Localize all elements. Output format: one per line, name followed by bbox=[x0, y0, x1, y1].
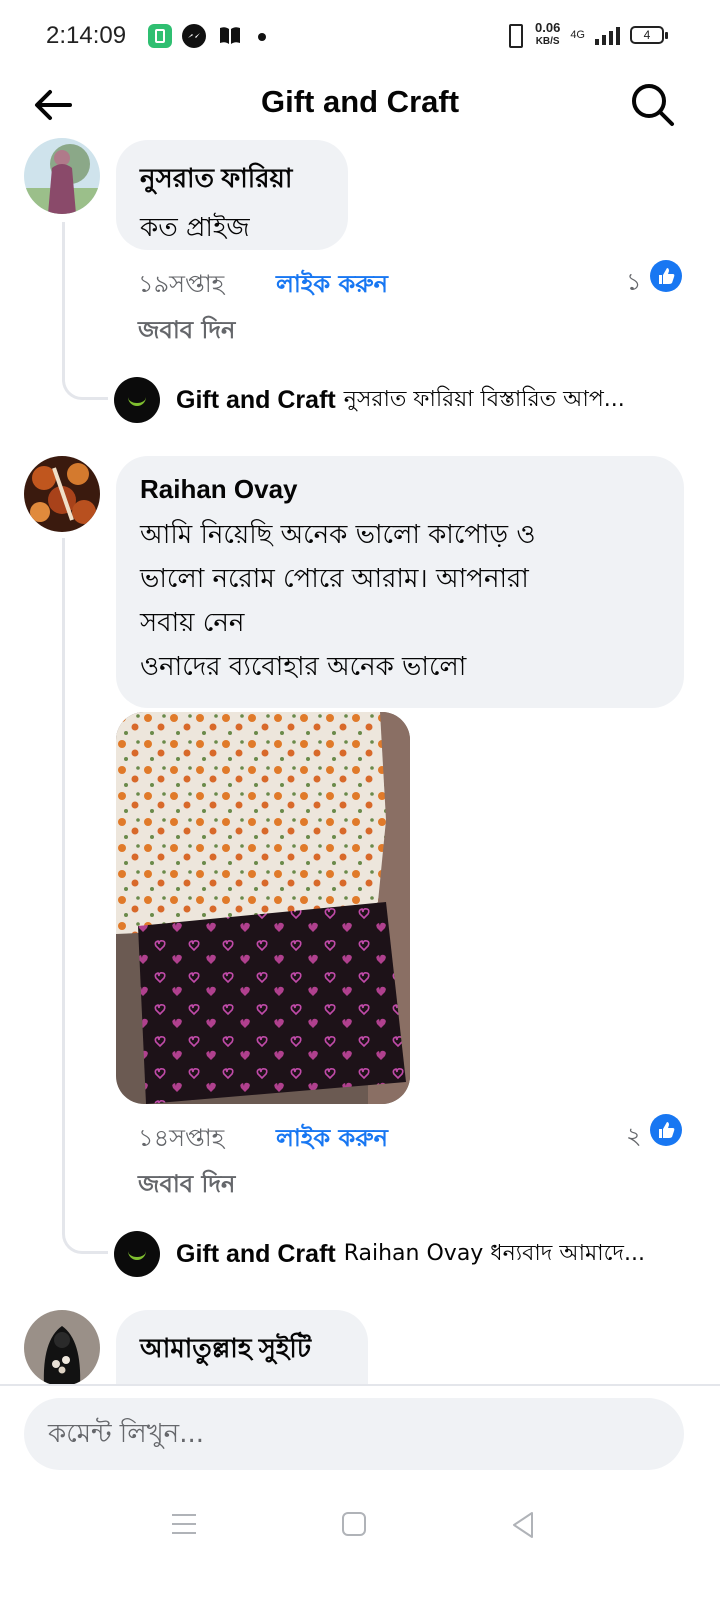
home-icon[interactable] bbox=[342, 1512, 366, 1536]
vibrate-icon bbox=[503, 22, 525, 48]
comment-bubble: Raihan Ovay আমি নিয়েছি অনেক ভালো কাপোড়… bbox=[116, 456, 684, 708]
battery-icon: 4 bbox=[630, 26, 668, 44]
reply-preview: Raihan Ovay ধন্যবাদ আমাদে... bbox=[343, 1240, 645, 1266]
reply-button[interactable]: জবাব দিন bbox=[138, 1166, 235, 1206]
comment-text-line: সবায় নেন bbox=[140, 608, 245, 638]
reply-button[interactable]: জবাব দিন bbox=[138, 312, 235, 352]
dot-icon bbox=[258, 33, 266, 41]
like-button[interactable]: লাইক করুন bbox=[276, 266, 388, 306]
messenger-icon bbox=[182, 24, 206, 48]
net-speed-value: 0.06 bbox=[535, 20, 561, 35]
reply-preview: নুসরাত ফারিয়া বিস্তারিত আপ... bbox=[343, 386, 625, 412]
thread-line bbox=[62, 538, 108, 1254]
comment-author[interactable]: Raihan Ovay bbox=[140, 474, 660, 505]
back-triangle-icon[interactable] bbox=[510, 1510, 536, 1540]
comment-bubble: নুসরাত ফারিয়া কত প্রাইজ bbox=[116, 140, 348, 250]
comment-photo[interactable] bbox=[116, 712, 410, 1104]
reaction-count[interactable]: ১ bbox=[626, 264, 642, 304]
status-bar: 2:14:09 0.06 KB/S 4G 4 bbox=[0, 0, 720, 72]
comment-author[interactable]: আমাতুল্লাহ সুইটি bbox=[140, 1328, 344, 1372]
network-type: 4G bbox=[570, 29, 585, 41]
page-reply-row[interactable]: Gift and Craft নুসরাত ফারিয়া বিস্তারিত … bbox=[114, 374, 694, 426]
like-button[interactable]: লাইক করুন bbox=[276, 1120, 388, 1160]
avatar[interactable] bbox=[24, 456, 100, 532]
comment-text-line: আমি নিয়েছি অনেক ভালো কাপোড় ও bbox=[140, 520, 536, 550]
comment-author[interactable]: নুসরাত ফারিয়া bbox=[140, 158, 324, 202]
page-avatar bbox=[114, 377, 160, 423]
app-icon bbox=[148, 24, 172, 48]
avatar[interactable] bbox=[24, 138, 100, 214]
thumbs-up-icon[interactable] bbox=[650, 260, 682, 292]
app-header: Gift and Craft bbox=[0, 72, 720, 136]
comment-text-line: ভালো নরোম পোরে আরাম। আপনারা bbox=[140, 564, 529, 594]
system-nav-bar bbox=[0, 1490, 720, 1600]
net-speed-unit: KB/S bbox=[535, 36, 560, 47]
divider bbox=[0, 1384, 720, 1386]
page-title: Gift and Craft bbox=[260, 84, 460, 119]
thread-line bbox=[62, 222, 108, 400]
comment-time: ১৪সপ্তাহ bbox=[138, 1124, 225, 1152]
page-reply-row[interactable]: Gift and Craft Raihan Ovay ধন্যবাদ আমাদে… bbox=[114, 1228, 694, 1280]
battery-level: 4 bbox=[643, 28, 651, 42]
thumbs-up-icon[interactable] bbox=[650, 1114, 682, 1146]
comment-text: কত প্রাইজ bbox=[140, 213, 250, 243]
avatar[interactable] bbox=[24, 1310, 100, 1386]
reaction-count[interactable]: ২ bbox=[626, 1118, 642, 1158]
book-icon bbox=[218, 26, 242, 46]
search-icon[interactable] bbox=[628, 80, 678, 130]
status-time: 2:14:09 bbox=[46, 22, 127, 49]
reply-author: Gift and Craft bbox=[176, 385, 336, 414]
reply-author: Gift and Craft bbox=[176, 1239, 336, 1268]
signal-icon bbox=[595, 25, 620, 45]
menu-icon[interactable] bbox=[172, 1514, 196, 1536]
page-avatar bbox=[114, 1231, 160, 1277]
comment-input[interactable]: কমেন্ট লিখুন... bbox=[24, 1398, 684, 1470]
comment-time: ১৯সপ্তাহ bbox=[138, 270, 225, 298]
comment-text-line: ওনাদের ব্যবোহার অনেক ভালো bbox=[140, 652, 467, 682]
net-speed: 0.06 KB/S bbox=[535, 20, 561, 48]
